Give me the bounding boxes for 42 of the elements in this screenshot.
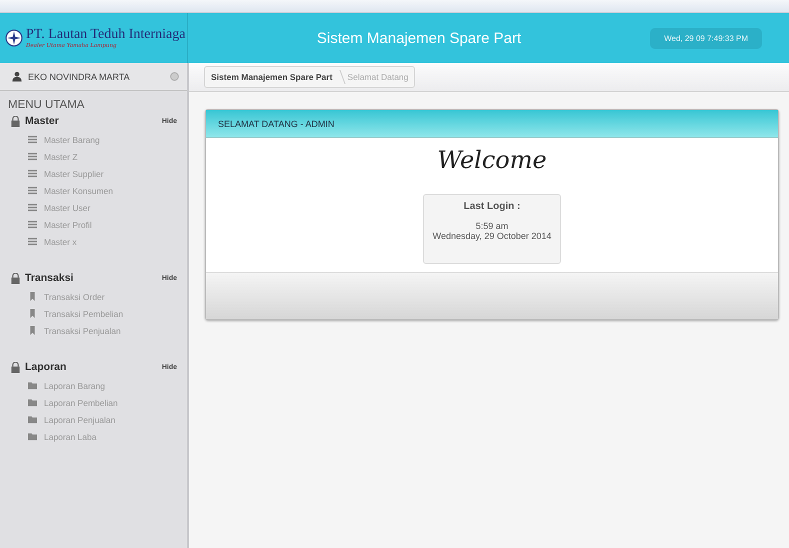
menu-item[interactable]: Master Z (0, 148, 187, 165)
breadcrumb-link[interactable]: Selamat Datang (347, 72, 408, 82)
menu-item[interactable]: Laporan Barang (0, 377, 187, 394)
menu-item[interactable]: Master Barang (0, 131, 187, 148)
section-title: Transaksi (25, 272, 74, 284)
last-login-label: Last Login : (464, 201, 520, 212)
status-icon (170, 72, 179, 81)
company-name: PT. Lautan Teduh Interniaga (26, 27, 186, 42)
menu-item[interactable]: Master Profil (0, 216, 187, 233)
section-title: Laporan (25, 361, 68, 373)
last-login-time: 5:59 am (476, 221, 508, 231)
menu-item[interactable]: Master x (0, 233, 187, 250)
user-icon (12, 71, 22, 82)
compass-logo-icon (5, 29, 23, 47)
clock-badge: Wed, 29 09 7:49:33 PM (650, 28, 762, 48)
lock-icon (10, 116, 21, 126)
last-login-date: Wednesday, 29 October 2014 (432, 231, 552, 241)
panel-title: SELAMAT DATANG - ADMIN (218, 118, 334, 128)
list-icon (28, 152, 37, 161)
section-title: Master (25, 115, 60, 127)
list-icon (28, 220, 37, 229)
breadcrumb-link[interactable]: Sistem Manajemen Spare Part (211, 72, 332, 82)
user-name: EKO NOVINDRA MARTA (28, 72, 131, 82)
welcome-text: Welcome (437, 146, 547, 174)
menu-item[interactable]: Laporan Laba (0, 428, 187, 445)
menu-item[interactable]: Master Supplier (0, 165, 187, 182)
list-icon (28, 203, 37, 212)
menu-item[interactable]: Master User (0, 199, 187, 216)
menu-heading: MENU UTAMA (7, 98, 86, 113)
menu-item[interactable]: Transaksi Order (0, 288, 187, 305)
list-icon (28, 169, 37, 178)
app-title: Sistem Manajemen Spare Part (316, 30, 522, 46)
menu-item[interactable]: Transaksi Pembelian (0, 305, 187, 322)
list-icon (28, 186, 37, 195)
list-icon (28, 237, 37, 246)
lock-icon (10, 362, 21, 372)
menu-item[interactable]: Laporan Penjualan (0, 411, 187, 428)
menu-item[interactable]: Master Konsumen (0, 182, 187, 199)
list-icon (28, 135, 37, 144)
menu-item[interactable]: Laporan Pembelian (0, 394, 187, 411)
lock-icon (10, 272, 21, 284)
menu-item[interactable]: Transaksi Penjualan (0, 322, 187, 339)
